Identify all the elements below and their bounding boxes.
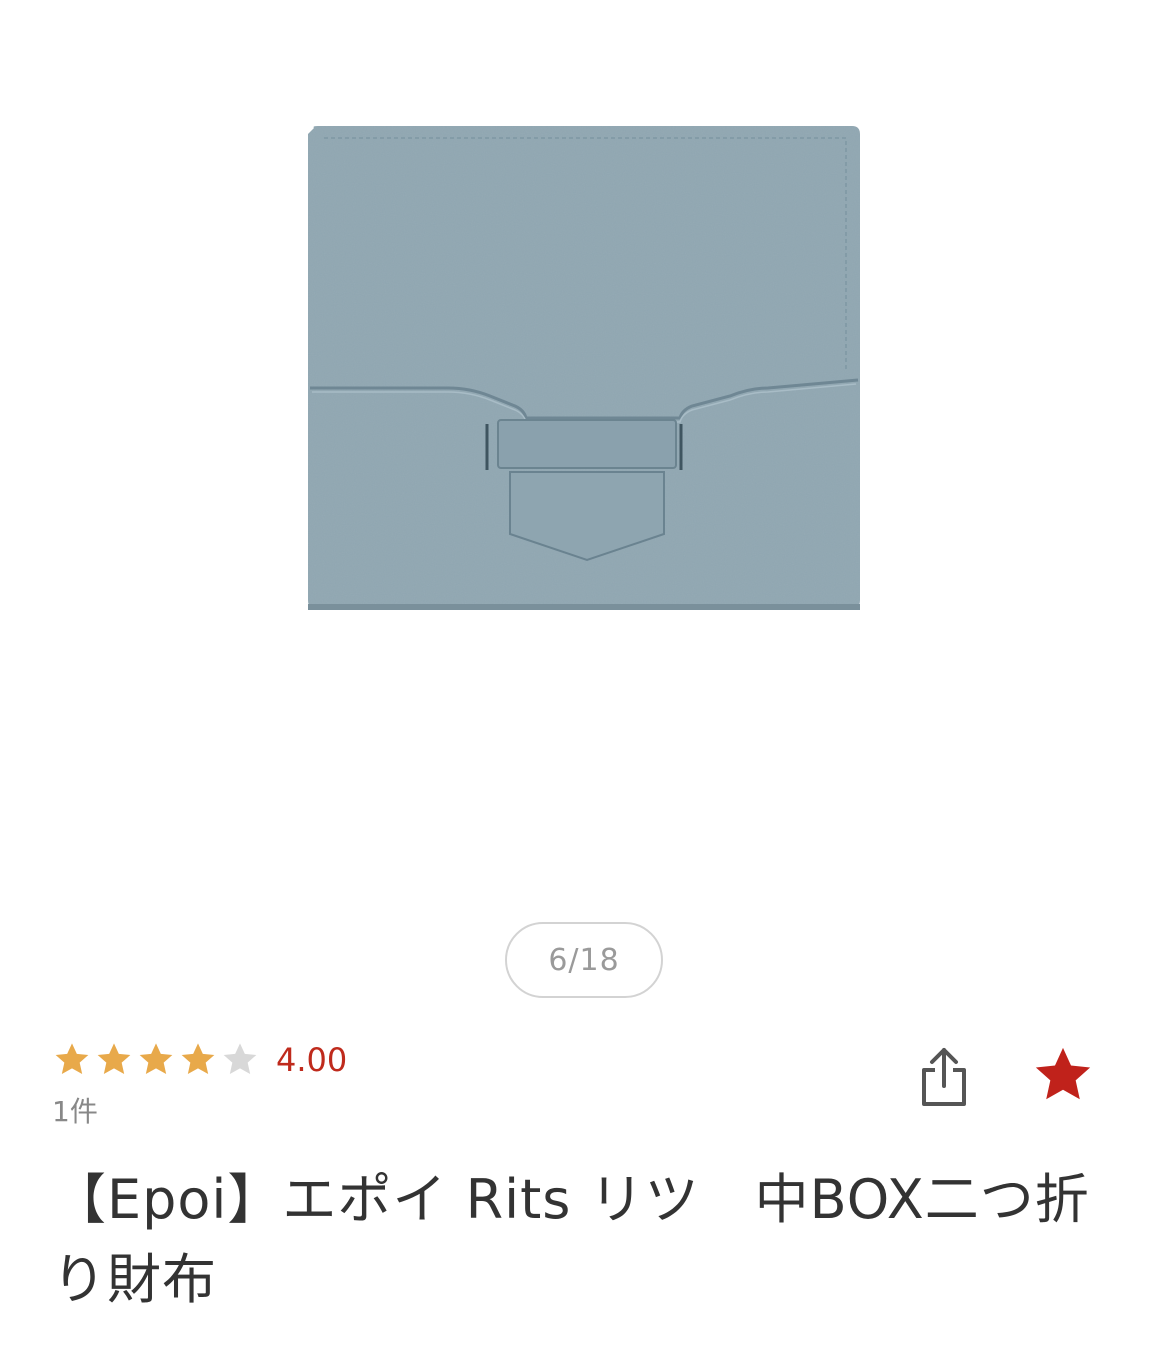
star-filled-icon [139, 1043, 173, 1074]
image-gallery[interactable]: 6/18 [0, 0, 1170, 998]
star-filled-icon [55, 1043, 89, 1074]
product-title: 【Epoi】エポイ Rits リツ 中BOX二つ折り財布 [52, 1168, 1090, 1311]
image-counter-text: 6/18 [548, 942, 620, 978]
favorite-button[interactable] [1026, 1040, 1100, 1110]
rating-stars [52, 1040, 262, 1080]
review-count[interactable]: 1件 [52, 1090, 98, 1130]
star-icon [1035, 1047, 1091, 1100]
star-filled-icon [181, 1043, 215, 1074]
share-icon [922, 1048, 966, 1106]
star-filled-icon [97, 1043, 131, 1074]
rating-row[interactable]: 4.00 [52, 1036, 347, 1084]
star-empty-icon [223, 1043, 257, 1074]
rating-value: 4.00 [276, 1041, 348, 1079]
image-counter: 6/18 [505, 922, 663, 998]
share-button[interactable] [912, 1040, 976, 1112]
product-image [308, 126, 860, 610]
